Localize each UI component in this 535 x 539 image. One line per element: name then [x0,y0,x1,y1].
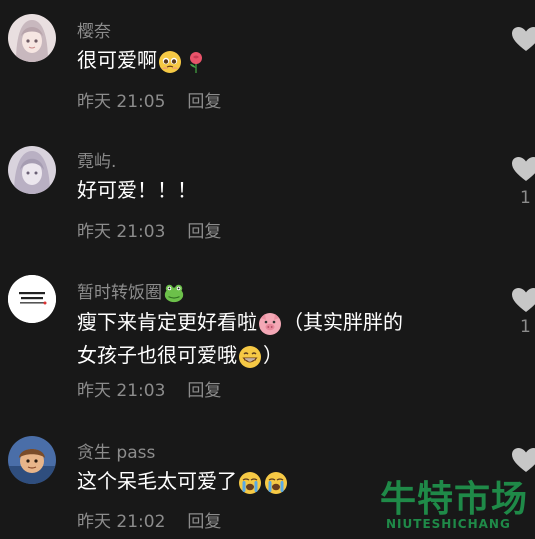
comment-text-content: （其实胖胖的 [283,310,403,334]
comment-meta: 昨天 21:03 回复 [77,217,221,242]
avatar[interactable] [8,14,56,62]
timestamp: 昨天 21:02 [77,512,166,532]
reply-button[interactable]: 回复 [187,381,221,401]
username[interactable]: 贪生 pass [77,438,155,463]
comment-text: 很可爱啊 [77,44,209,77]
comment-text: 女孩子也很可爱哦 ） [77,339,283,372]
pig-face-emoji [259,312,281,335]
timestamp: 昨天 21:03 [77,222,166,242]
comment-meta: 昨天 21:05 回复 [77,87,221,112]
username[interactable]: 霓屿. [77,147,116,172]
avatar[interactable] [8,146,56,194]
reply-button[interactable]: 回复 [187,222,221,242]
comment-meta: 昨天 21:02 回复 [77,507,221,532]
avatar[interactable] [8,436,56,484]
text-logo-avatar [8,275,56,323]
like-count: 1 [520,317,531,337]
comment-text-content: 这个呆毛太可爱了 [77,469,237,493]
timestamp: 昨天 21:05 [77,92,166,112]
username[interactable]: 樱奈 [77,17,111,42]
username-text: 暂时转饭圈 [77,283,162,303]
avatar[interactable] [8,275,56,323]
rose-emoji [190,51,202,73]
comment-text-content: 女孩子也很可爱哦 [77,343,237,367]
cartoon-character-avatar [8,436,56,484]
pleading-face-emoji [159,50,181,73]
crying-face-emoji [239,471,261,494]
anime-girl-sketch-avatar [8,146,56,194]
comment-item: 樱奈 很可爱啊 昨天 21:05 回复 [0,0,535,130]
heart-icon[interactable] [511,287,535,313]
frog-emoji [164,284,184,303]
heart-icon[interactable] [511,26,535,52]
heart-icon[interactable] [511,156,535,182]
crying-face-emoji [265,471,287,494]
reply-button[interactable]: 回复 [187,92,221,112]
like-count: 1 [520,188,531,208]
comment-text: 瘦下来肯定更好看啦 （其实胖胖的 [77,306,403,339]
comment-text-content: 瘦下来肯定更好看啦 [77,310,257,334]
watermark-subtitle: NIUTESHICHANG [386,517,511,531]
comment-meta: 昨天 21:03 回复 [77,376,221,401]
grinning-face-emoji [239,345,261,368]
comment-text-content: ） [263,343,283,367]
watermark-logo-text: 牛特市场 [380,479,529,520]
username[interactable]: 暂时转饭圈 [77,278,186,304]
comment-item: 暂时转饭圈 瘦下来肯定更好看啦 （其实胖胖的 女孩子也很可爱哦 ） 昨天 21:… [0,250,535,420]
comment-item: 霓屿. 好可爱！！！ 昨天 21:03 回复 1 [0,130,535,250]
reply-button[interactable]: 回复 [187,512,221,532]
comment-text: 好可爱！！！ [77,178,197,202]
comment-text: 这个呆毛太可爱了 [77,465,289,498]
comment-text-content: 很可爱啊 [77,48,157,72]
watermark: 牛特市场 NIUTESHICHANG [380,470,535,535]
timestamp: 昨天 21:03 [77,381,166,401]
anime-girl-avatar [8,14,56,62]
